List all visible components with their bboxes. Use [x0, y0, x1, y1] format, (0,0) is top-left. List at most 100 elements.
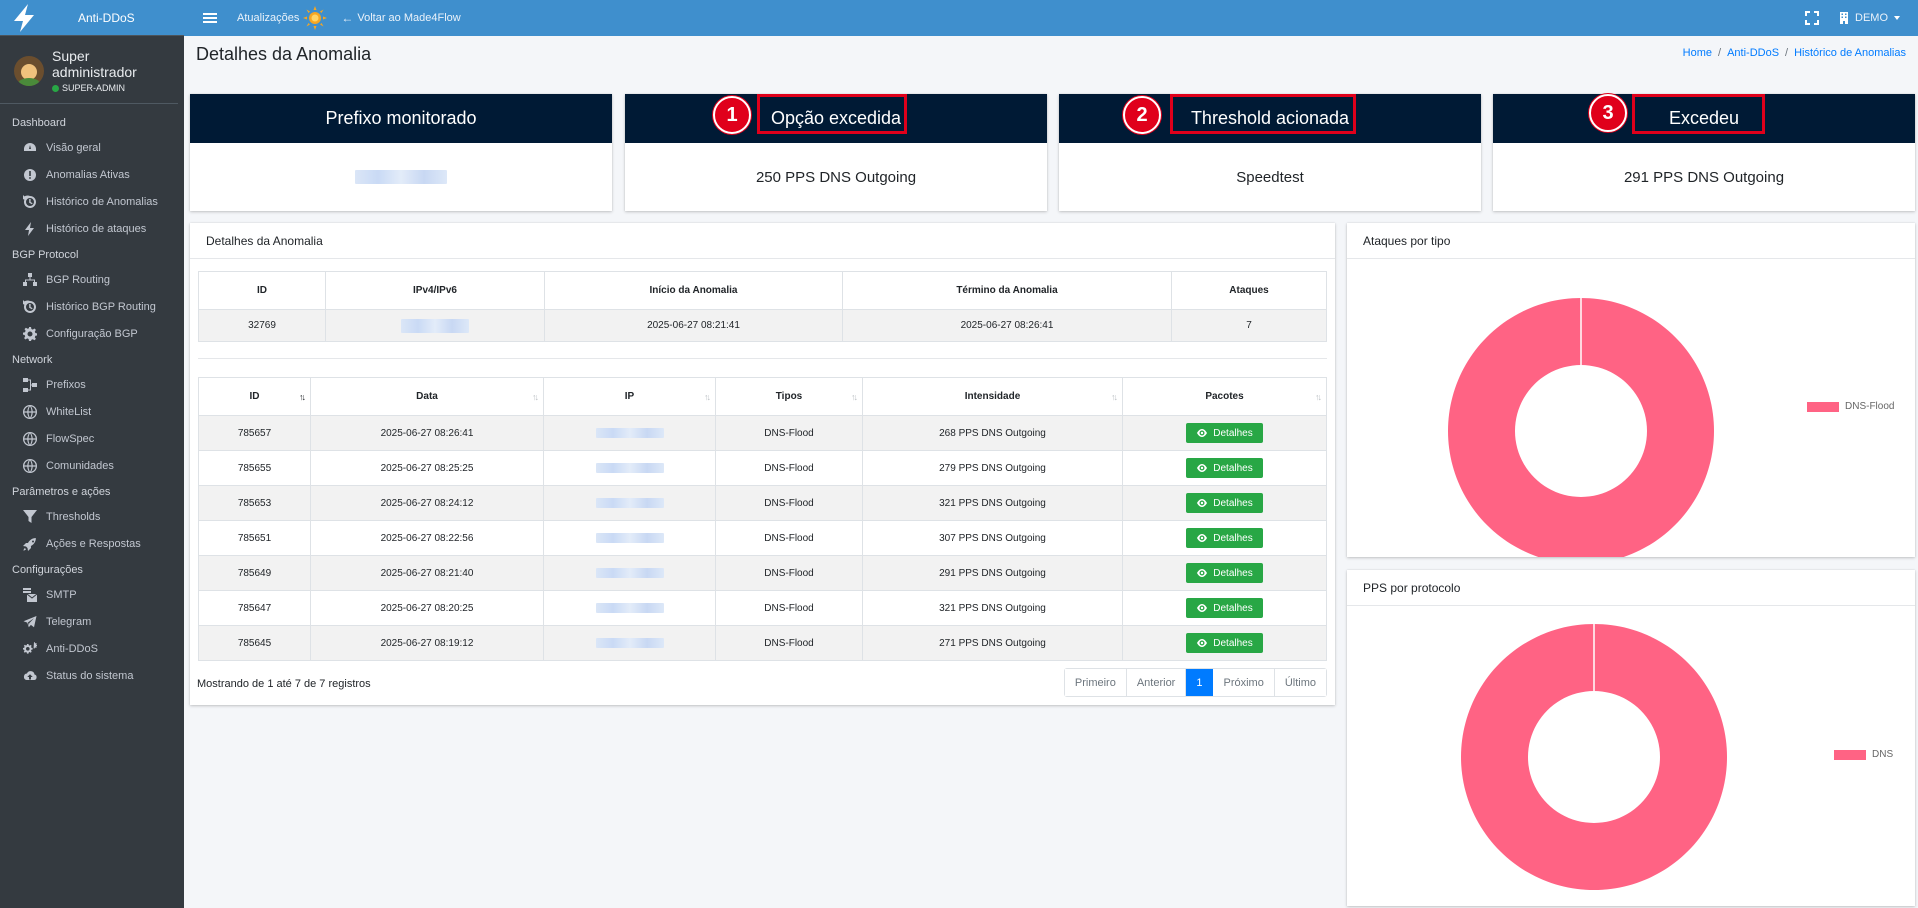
details-button[interactable]: Detalhes [1186, 598, 1263, 618]
attacks-by-type-panel: Ataques por tipo DNS-Flood [1347, 223, 1915, 557]
sidebar-item-flowspec[interactable]: FlowSpec [0, 425, 184, 452]
annotation-badge-1: 1 [713, 96, 751, 134]
attacks-table: ID ↑↓ Data ↑↓ IP ↑↓ Tipos ↑↓ Intensidade ↑↓ Pacote… [198, 377, 1327, 661]
telegram-icon [22, 614, 38, 630]
sidebar-item-comunidades[interactable]: Comunidades [0, 452, 184, 479]
cell-type: DNS-Flood [715, 520, 863, 556]
sidebar-item-smtp[interactable]: SMTP [0, 581, 184, 608]
cell-id: 785653 [198, 485, 311, 521]
sidebar-item-label: Ações e Respostas [46, 537, 141, 550]
annotation-badge-3: 3 [1589, 94, 1627, 132]
updates-link[interactable]: Atualizações [237, 6, 328, 30]
cell-intensity: 268 PPS DNS Outgoing [862, 415, 1123, 451]
sidebar-item-whitelist[interactable]: WhiteList [0, 398, 184, 425]
chart-legend[interactable]: DNS-Flood [1807, 401, 1894, 412]
sidebar-item-historico-bgp-routing[interactable]: Histórico BGP Routing [0, 293, 184, 320]
col-header[interactable]: Data ↑↓ [310, 377, 544, 416]
table-row: 785655 2025-06-27 08:25:25 DNS-Flood 279 PP… [198, 450, 1327, 486]
cell-ip [325, 309, 545, 342]
col-header[interactable]: Tipos ↑↓ [715, 377, 863, 416]
cell-intensity: 321 PPS DNS Outgoing [862, 485, 1123, 521]
sidebar-item-label: Comunidades [46, 459, 114, 472]
col-id: ID [198, 271, 326, 310]
sidebar-item-bgp-routing[interactable]: BGP Routing [0, 266, 184, 293]
table-row: 785647 2025-06-27 08:20:25 DNS-Flood 321 PP… [198, 590, 1327, 626]
table-row: 785651 2025-06-27 08:22:56 DNS-Flood 307 PP… [198, 520, 1327, 556]
sidebar-item-label: Anomalias Ativas [46, 168, 130, 181]
pps-by-protocol-panel: PPS por protocolo DNS [1347, 570, 1915, 906]
cell-packets: Detalhes [1122, 415, 1327, 451]
eye-icon [1197, 639, 1208, 647]
cell-id: 785655 [198, 450, 311, 486]
details-button[interactable]: Detalhes [1186, 633, 1263, 653]
sidebar-item-anti-ddos[interactable]: Anti-DDoS [0, 635, 184, 662]
eye-icon [1197, 429, 1208, 437]
cell-id: 32769 [198, 309, 326, 342]
redacted-ip [401, 318, 469, 333]
cell-ip [543, 415, 716, 451]
panel-title: Detalhes da Anomalia [190, 223, 1335, 259]
sidebar-item-anomalias-ativas[interactable]: Anomalias Ativas [0, 161, 184, 188]
brand-bar[interactable]: Anti-DDoS [0, 0, 184, 36]
cell-packets: Detalhes [1122, 625, 1327, 661]
back-to-made4flow-link[interactable]: ← Voltar ao Made4Flow [341, 11, 460, 25]
cell-packets: Detalhes [1122, 520, 1327, 556]
card-exceeded-value: 3 Excedeu 291 PPS DNS Outgoing [1493, 94, 1915, 211]
col-header[interactable]: ID ↑↓ [198, 377, 311, 416]
page-previous-button[interactable]: Anterior [1126, 669, 1187, 696]
sort-icon: ↑↓ [851, 391, 858, 402]
sidebar-item-acoes-e-respostas[interactable]: Ações e Respostas [0, 530, 184, 557]
cell-ip [543, 555, 716, 591]
redacted-ip [595, 533, 664, 543]
card-title: Threshold acionada [1190, 108, 1350, 128]
sidebar-item-thresholds[interactable]: Thresholds [0, 503, 184, 530]
account-dropdown[interactable]: DEMO [1839, 12, 1900, 24]
cell-type: DNS-Flood [715, 590, 863, 626]
legend-label: DNS-Flood [1845, 401, 1895, 412]
sidebar-item-status-do-sistema[interactable]: Status do sistema [0, 662, 184, 689]
page-next-button[interactable]: Próximo [1213, 669, 1275, 696]
cell-id: 785649 [198, 555, 311, 591]
col-header[interactable]: Intensidade ↑↓ [862, 377, 1123, 416]
network-icon [22, 272, 38, 288]
user-panel[interactable]: Super administrador SUPER-ADMIN [0, 36, 178, 104]
eye-icon [1197, 534, 1208, 542]
chart-legend[interactable]: DNS [1834, 749, 1893, 760]
page-1-button[interactable]: 1 [1186, 669, 1214, 696]
breadcrumb-anomaly-history[interactable]: Histórico de Anomalias [1794, 47, 1906, 59]
sort-icon: ↑↓ [532, 391, 539, 402]
sidebar-item-label: WhiteList [46, 405, 92, 418]
col-header[interactable]: Pacotes ↑↓ [1122, 377, 1327, 416]
details-button[interactable]: Detalhes [1186, 493, 1263, 513]
redacted-ip [595, 463, 664, 473]
details-button[interactable]: Detalhes [1186, 458, 1263, 478]
panel-title: PPS por protocolo [1347, 570, 1915, 606]
page-first-button[interactable]: Primeiro [1064, 669, 1127, 696]
globe-icon [22, 431, 38, 447]
cell-packets: Detalhes [1122, 590, 1327, 626]
sidebar-item-historico-de-ataques[interactable]: Histórico de ataques [0, 215, 184, 242]
breadcrumb-anti-ddos[interactable]: Anti-DDoS [1727, 47, 1779, 59]
breadcrumb-home[interactable]: Home [1683, 47, 1712, 59]
sidebar-item-configuracao-bgp[interactable]: Configuração BGP [0, 320, 184, 347]
arrow-left-icon: ← [341, 11, 354, 25]
fullscreen-icon[interactable] [1805, 11, 1819, 25]
sidebar-item-historico-de-anomalias[interactable]: Histórico de Anomalias [0, 188, 184, 215]
card-value: Speedtest [1236, 168, 1304, 186]
page-last-button[interactable]: Último [1274, 669, 1326, 696]
history-icon [22, 194, 38, 210]
card-value: 250 PPS DNS Outgoing [755, 168, 917, 186]
col-header[interactable]: IP ↑↓ [543, 377, 716, 416]
cell-id: 785651 [198, 520, 311, 556]
sidebar-item-visao-geral[interactable]: Visão geral [0, 134, 184, 161]
menu-toggle-icon[interactable] [203, 11, 217, 25]
sidebar: Anti-DDoS Super administrador SUPER-ADMI… [0, 0, 184, 908]
sidebar-item-prefixos[interactable]: Prefixos [0, 371, 184, 398]
details-button[interactable]: Detalhes [1186, 423, 1263, 443]
top-navbar: Atualizações ← Voltar ao Made4Flow DEMO [184, 0, 1918, 36]
sidebar-item-telegram[interactable]: Telegram [0, 608, 184, 635]
details-button[interactable]: Detalhes [1186, 528, 1263, 548]
sidebar-item-label: Visão geral [46, 141, 101, 154]
eye-icon [1197, 569, 1208, 577]
details-button[interactable]: Detalhes [1186, 563, 1263, 583]
